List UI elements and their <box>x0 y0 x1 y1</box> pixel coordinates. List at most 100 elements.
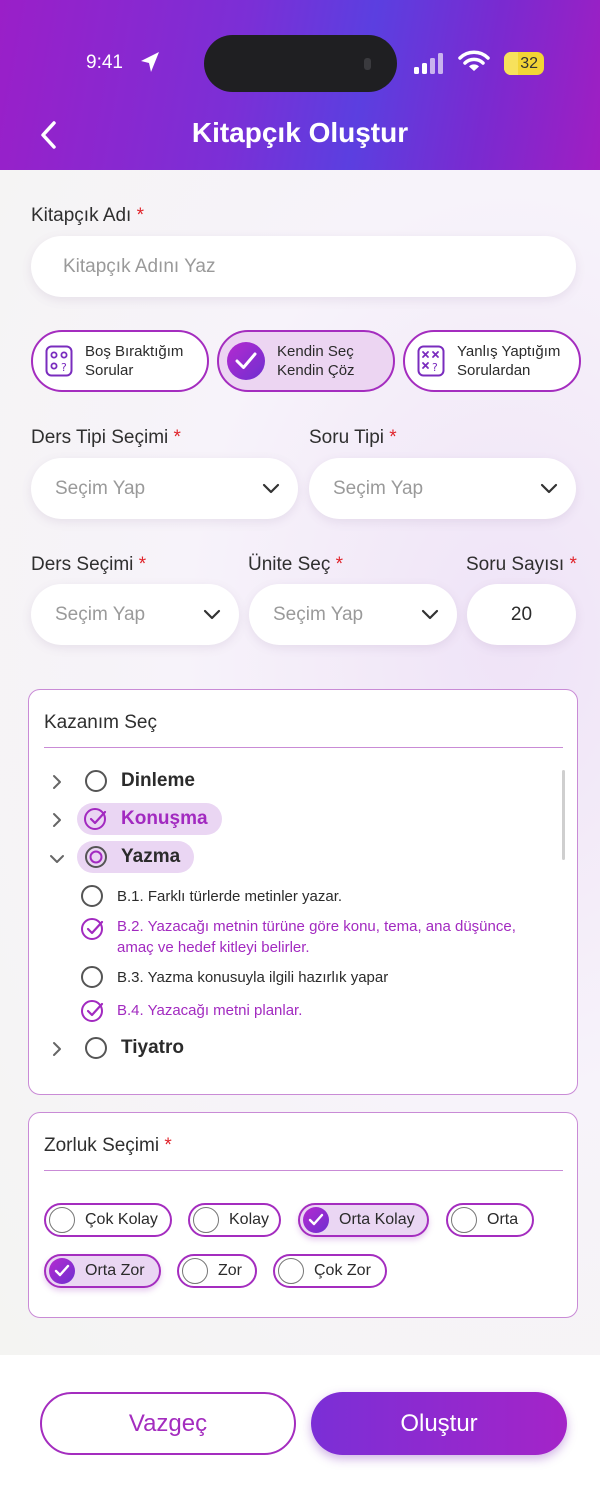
select-value: Seçim Yap <box>55 603 146 625</box>
lesson-select[interactable]: Seçim Yap <box>31 584 239 645</box>
divider <box>44 747 563 748</box>
sub-outcome-b2-line2: amaç ve hedef kitleyi belirler. <box>117 939 310 956</box>
svg-text:?: ? <box>432 361 438 374</box>
check-circle-icon <box>227 342 265 380</box>
question-count-input[interactable]: 20 <box>467 584 576 645</box>
mode-empty-questions[interactable]: ? Boş Bıraktığım Sorular <box>31 330 209 392</box>
difficulty-option-orta-zor[interactable]: Orta Zor <box>44 1254 161 1288</box>
mode-label-line2: Sorular <box>85 362 134 379</box>
difficulty-title: Zorluk Seçimi * <box>44 1135 172 1156</box>
status-time: 9:41 <box>86 52 123 73</box>
divider <box>44 1170 563 1171</box>
outcome-name: Tiyatro <box>121 1037 185 1058</box>
question-type-label: Soru Tipi * <box>309 427 397 448</box>
outcome-item-dinleme[interactable]: Dinleme <box>77 765 209 797</box>
sub-outcome-b3[interactable]: B.3. Yazma konusuyla ilgili hazırlık yap… <box>117 967 388 988</box>
difficulty-option-cok-zor[interactable]: Çok Zor <box>273 1254 387 1288</box>
outcome-item-tiyatro[interactable]: Tiyatro <box>77 1032 198 1064</box>
chevron-down-icon <box>540 483 558 493</box>
sub-outcome-b2-line1: B.2. Yazacağı metnin türüne göre konu, t… <box>117 918 516 935</box>
option-radio <box>278 1258 304 1284</box>
select-value: Seçim Yap <box>55 477 146 499</box>
difficulty-card: Zorluk Seçimi * Çok Kolay Kolay Orta Kol… <box>28 1112 578 1318</box>
chevron-right-icon[interactable] <box>51 1041 63 1057</box>
outcomes-title: Kazanım Seç <box>44 712 157 733</box>
outcomes-card: Kazanım Seç Dinleme Konuşma Yazma B.1. F… <box>28 689 578 1095</box>
option-radio <box>451 1207 477 1233</box>
chevron-down-icon <box>421 609 439 619</box>
mode-label-line2: Sorulardan <box>457 362 531 379</box>
option-label: Zor <box>218 1262 242 1279</box>
outcome-item-konusma[interactable]: Konuşma <box>77 803 222 835</box>
chevron-down-icon <box>203 609 221 619</box>
camera-dot <box>364 58 371 70</box>
outcome-item-yazma[interactable]: Yazma <box>77 841 195 873</box>
wifi-icon <box>458 50 490 71</box>
check-circle-outline-icon[interactable] <box>80 916 106 942</box>
chevron-right-icon[interactable] <box>51 812 63 828</box>
outcome-name: Yazma <box>121 846 181 867</box>
check-icon <box>303 1207 329 1233</box>
outcomes-scrollbar[interactable] <box>562 770 565 860</box>
option-label: Çok Kolay <box>85 1211 158 1228</box>
sub-outcome-b4[interactable]: B.4. Yazacağı metni planlar. <box>117 1000 302 1021</box>
option-label: Orta <box>487 1211 519 1228</box>
option-label: Orta Zor <box>85 1262 145 1279</box>
outcome-name: Dinleme <box>121 770 195 791</box>
select-value: Seçim Yap <box>273 603 364 625</box>
option-radio <box>182 1258 208 1284</box>
page-title: Kitapçık Oluştur <box>191 117 409 148</box>
difficulty-option-kolay[interactable]: Kolay <box>188 1203 281 1237</box>
check-circle-outline-icon[interactable] <box>83 806 109 832</box>
mode-label-line1: Kendin Seç <box>277 343 354 360</box>
sub-outcome-radio[interactable] <box>81 885 103 907</box>
mode-self-select[interactable]: Kendin Seç Kendin Çöz <box>217 330 395 392</box>
option-label: Kolay <box>229 1211 270 1228</box>
mode-label-line1: Boş Bıraktığım <box>85 343 184 360</box>
difficulty-option-orta-kolay[interactable]: Orta Kolay <box>298 1203 429 1237</box>
chevron-down-icon <box>262 483 280 493</box>
lesson-type-label: Ders Tipi Seçimi * <box>31 427 181 448</box>
question-count-value: 20 <box>510 603 533 625</box>
mode-label-line1: Yanlış Yaptığım <box>457 343 561 360</box>
sub-outcome-b1[interactable]: B.1. Farklı türlerde metinler yazar. <box>117 886 342 907</box>
unit-label: Ünite Seç * <box>248 554 344 575</box>
question-type-select[interactable]: Seçim Yap <box>309 458 576 519</box>
outcome-radio[interactable] <box>85 1037 107 1059</box>
check-icon <box>49 1258 75 1284</box>
mode-wrong-questions[interactable]: ? Yanlış Yaptığım Sorulardan <box>403 330 581 392</box>
signal-icon <box>414 53 443 74</box>
cancel-button[interactable]: Vazgeç <box>40 1392 296 1455</box>
option-radio <box>49 1207 75 1233</box>
outcome-radio[interactable] <box>85 770 107 792</box>
outcome-name: Konuşma <box>121 808 208 829</box>
grid-question-icon: ? <box>45 345 73 377</box>
battery-indicator: 32 <box>504 52 544 75</box>
header-bar: 9:41 32 Kitapçık Oluştur <box>0 0 600 170</box>
question-count-label: Soru Sayısı * <box>466 554 577 575</box>
select-value: Seçim Yap <box>333 477 424 499</box>
svg-text:?: ? <box>61 361 67 374</box>
difficulty-option-orta[interactable]: Orta <box>446 1203 534 1237</box>
lesson-label: Ders Seçimi * <box>31 554 147 575</box>
difficulty-option-cok-kolay[interactable]: Çok Kolay <box>44 1203 172 1237</box>
location-arrow-icon <box>141 52 159 72</box>
booklet-name-label: Kitapçık Adı * <box>31 205 145 226</box>
booklet-name-input[interactable]: Kitapçık Adını Yaz <box>31 236 576 297</box>
chevron-right-icon[interactable] <box>51 774 63 790</box>
unit-select[interactable]: Seçim Yap <box>249 584 457 645</box>
chevron-down-icon[interactable] <box>49 853 65 865</box>
create-button[interactable]: Oluştur <box>311 1392 567 1455</box>
sub-outcome-b2[interactable]: B.2. Yazacağı metnin türüne göre konu, t… <box>117 916 516 958</box>
booklet-name-placeholder: Kitapçık Adını Yaz <box>63 255 216 277</box>
lesson-type-select[interactable]: Seçim Yap <box>31 458 298 519</box>
x-question-icon: ? <box>417 345 445 377</box>
mode-label-line2: Kendin Çöz <box>277 362 355 379</box>
difficulty-option-zor[interactable]: Zor <box>177 1254 257 1288</box>
option-radio <box>193 1207 219 1233</box>
option-label: Orta Kolay <box>339 1211 415 1228</box>
sub-outcome-radio[interactable] <box>81 966 103 988</box>
check-circle-outline-icon[interactable] <box>80 998 106 1024</box>
radio-partial-icon[interactable] <box>83 844 109 870</box>
option-label: Çok Zor <box>314 1262 371 1279</box>
